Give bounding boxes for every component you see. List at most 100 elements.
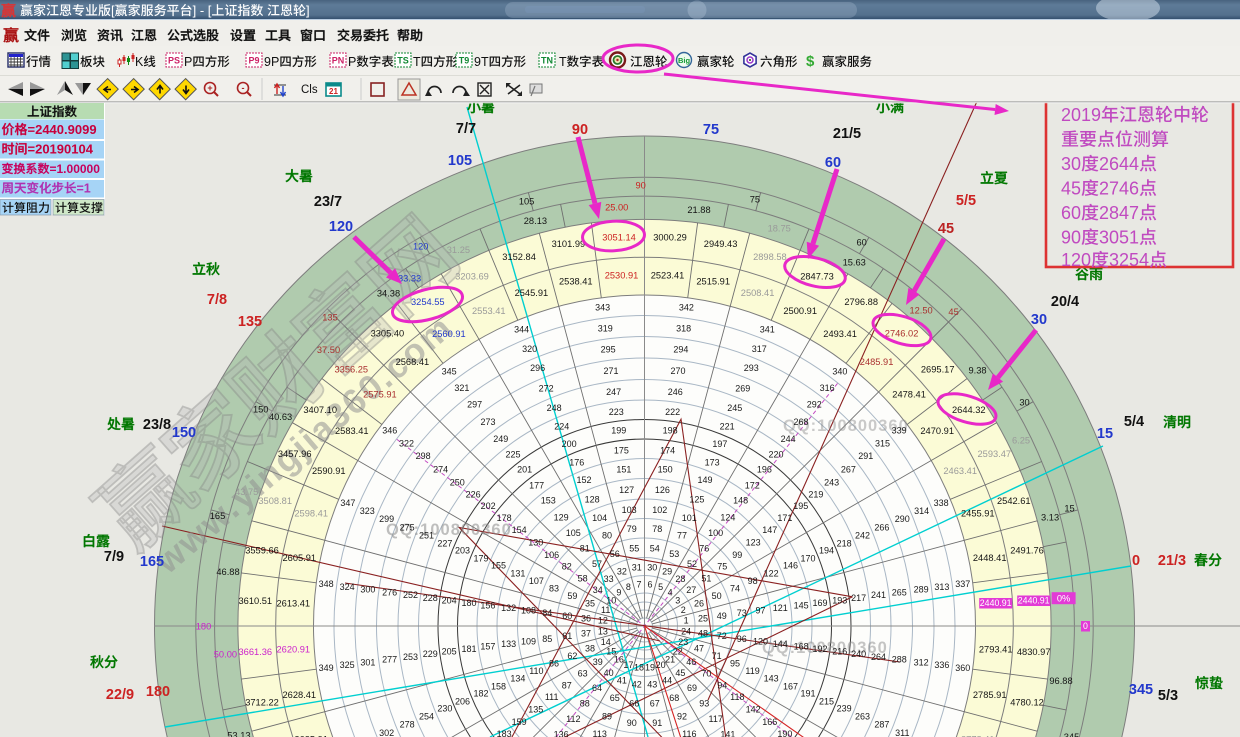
svg-text:69: 69: [687, 683, 697, 693]
svg-text:27: 27: [686, 585, 696, 595]
svg-text:$: $: [806, 53, 815, 70]
svg-text:=1: =1: [77, 182, 91, 196]
svg-text:227: 227: [437, 538, 452, 548]
svg-text:30: 30: [1019, 398, 1029, 408]
svg-text:0: 0: [1083, 621, 1088, 631]
svg-text:79: 79: [627, 524, 637, 534]
svg-text:24: 24: [681, 627, 691, 637]
svg-text:177: 177: [529, 481, 544, 491]
svg-text:46.88: 46.88: [216, 567, 239, 577]
svg-text:119: 119: [745, 666, 759, 676]
svg-text:45: 45: [938, 221, 954, 237]
svg-text:274: 274: [433, 465, 448, 475]
svg-text:39: 39: [593, 657, 603, 667]
svg-text:6: 6: [647, 579, 652, 589]
svg-text:196: 196: [757, 465, 772, 475]
svg-text:325: 325: [340, 660, 355, 670]
svg-text:=1.00000: =1.00000: [50, 162, 101, 176]
svg-text:53.13: 53.13: [227, 731, 250, 737]
svg-text:133: 133: [501, 639, 516, 649]
svg-text:322: 322: [399, 438, 414, 448]
svg-text:96.88: 96.88: [1049, 676, 1072, 686]
svg-text:2605.91: 2605.91: [282, 553, 316, 563]
svg-text:80: 80: [602, 531, 612, 541]
svg-text:PS: PS: [168, 56, 180, 66]
svg-text:316: 316: [820, 383, 835, 393]
svg-text:273: 273: [480, 417, 495, 427]
svg-text:50: 50: [712, 591, 722, 601]
svg-text:245: 245: [727, 403, 742, 413]
svg-text:P: P: [348, 55, 356, 69]
svg-text:264: 264: [871, 652, 886, 662]
svg-text:87: 87: [562, 681, 572, 691]
svg-text:+: +: [207, 83, 212, 93]
svg-text:2746.02: 2746.02: [885, 328, 919, 338]
svg-text:266: 266: [874, 523, 889, 533]
svg-text:289: 289: [914, 585, 929, 595]
svg-text:25.00: 25.00: [605, 202, 628, 212]
svg-text:106: 106: [544, 550, 559, 560]
svg-text:68: 68: [669, 693, 679, 703]
svg-text:228: 228: [423, 593, 438, 603]
svg-text:195: 195: [793, 501, 808, 511]
svg-text:150: 150: [253, 404, 269, 414]
svg-text:9T: 9T: [474, 55, 489, 69]
svg-text:13: 13: [598, 627, 608, 637]
svg-text:345: 345: [1129, 682, 1153, 698]
svg-text:50.00: 50.00: [214, 649, 237, 659]
svg-text:217: 217: [851, 593, 866, 603]
svg-text:43: 43: [647, 680, 657, 690]
svg-text:90: 90: [636, 181, 646, 191]
svg-text:78: 78: [652, 524, 662, 534]
svg-text:7/7: 7/7: [456, 121, 476, 137]
svg-text:21: 21: [329, 87, 338, 96]
svg-text:275: 275: [400, 523, 415, 533]
svg-text:47: 47: [694, 644, 704, 654]
svg-text:2949.43: 2949.43: [704, 239, 738, 249]
svg-text:62: 62: [567, 651, 577, 661]
svg-text:191: 191: [800, 689, 815, 699]
svg-text:313: 313: [934, 582, 949, 592]
svg-text:278: 278: [400, 719, 415, 729]
svg-text:192: 192: [812, 644, 827, 654]
svg-text:2478.41: 2478.41: [892, 389, 926, 399]
svg-text:28.13: 28.13: [524, 216, 547, 226]
svg-text:-: -: [242, 83, 245, 93]
svg-text:2644.32: 2644.32: [952, 405, 986, 415]
svg-text:107: 107: [529, 576, 544, 586]
svg-text:9P: 9P: [264, 55, 279, 69]
svg-text:216: 216: [832, 647, 847, 657]
svg-text:42: 42: [632, 680, 642, 690]
svg-text:7: 7: [636, 579, 641, 589]
svg-text:35: 35: [585, 598, 595, 608]
svg-text:31.25: 31.25: [447, 245, 470, 255]
svg-text:21/5: 21/5: [833, 126, 861, 142]
svg-text:109: 109: [521, 636, 536, 646]
svg-text:2575.91: 2575.91: [363, 389, 397, 399]
svg-text:64: 64: [592, 683, 602, 693]
svg-text:197: 197: [712, 439, 727, 449]
svg-text:34: 34: [593, 585, 603, 595]
svg-text:148: 148: [733, 496, 748, 506]
svg-text:218: 218: [837, 538, 852, 548]
svg-text:99: 99: [732, 550, 742, 560]
svg-text:55: 55: [629, 544, 639, 554]
svg-text:263: 263: [855, 711, 870, 721]
svg-text:4780.12: 4780.12: [1010, 698, 1044, 708]
svg-text:57: 57: [592, 559, 602, 569]
svg-text:44: 44: [662, 676, 672, 686]
svg-text:18: 18: [634, 663, 644, 673]
svg-text:T: T: [413, 55, 421, 69]
svg-text:170: 170: [800, 553, 815, 563]
svg-text:194: 194: [819, 546, 834, 556]
svg-text:Big: Big: [678, 56, 691, 65]
svg-text:91: 91: [652, 718, 662, 728]
svg-text:2785.91: 2785.91: [973, 690, 1007, 700]
svg-text:240: 240: [851, 649, 866, 659]
svg-text:82: 82: [562, 561, 572, 571]
svg-text:56: 56: [610, 549, 620, 559]
svg-text:3000.29: 3000.29: [653, 232, 687, 242]
svg-text:265: 265: [892, 588, 907, 598]
svg-text:288: 288: [892, 655, 907, 665]
svg-text:135: 135: [322, 312, 338, 322]
